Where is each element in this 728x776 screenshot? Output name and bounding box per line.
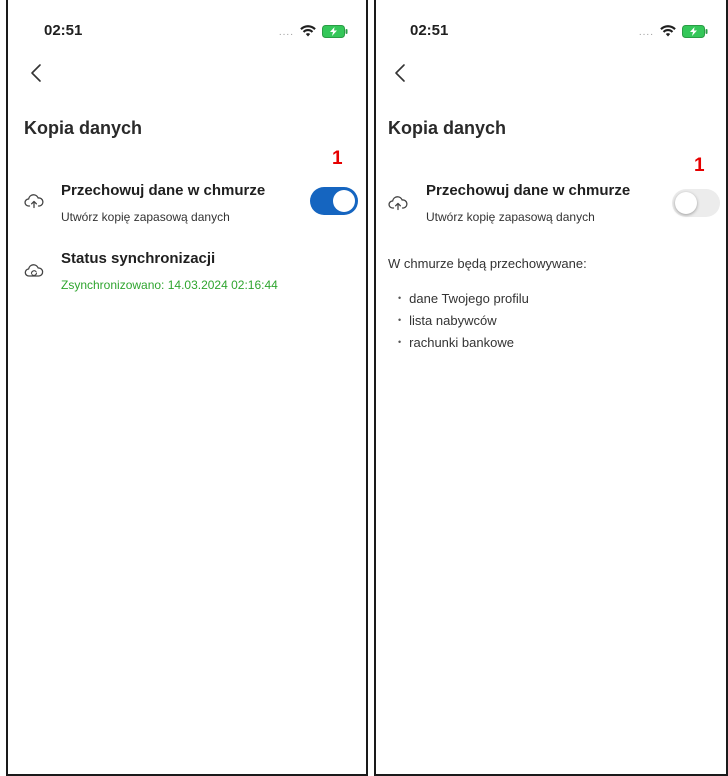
annotation-marker: 1 [332, 148, 343, 169]
left-screen: 02:51 .... Kopia danych 1 Przechowuj dan… [6, 0, 368, 776]
status-time: 02:51 [410, 22, 449, 39]
list-item: rachunki bankowe [398, 332, 529, 354]
cloud-backup-title: Przechowuj dane w chmurze [426, 182, 631, 199]
chevron-left-icon [395, 64, 405, 82]
cloud-backup-toggle[interactable] [672, 189, 720, 217]
status-bar: 02:51 .... [376, 22, 726, 42]
cloud-info-text: W chmurze będą przechowywane: [388, 256, 587, 271]
wifi-icon [660, 25, 676, 37]
sync-status-value: Zsynchronizowano: 14.03.2024 02:16:44 [61, 278, 278, 292]
list-item: lista nabywców [398, 310, 529, 332]
status-bar: 02:51 .... [8, 22, 366, 42]
back-button[interactable] [26, 58, 50, 88]
sync-status-title: Status synchronizacji [61, 250, 216, 267]
signal-dots-icon: .... [278, 27, 294, 38]
cloud-upload-icon [388, 194, 408, 212]
cloud-backup-title: Przechowuj dane w chmurze [61, 182, 266, 199]
cloud-sync-icon [24, 262, 44, 280]
cloud-backup-subtitle: Utwórz kopię zapasową danych [61, 210, 230, 224]
status-icons: .... [279, 24, 348, 38]
cloud-backup-toggle[interactable] [310, 187, 358, 215]
status-time: 02:51 [44, 22, 83, 39]
signal-dots-icon: .... [638, 27, 654, 38]
right-screen: 02:51 .... Kopia danych 1 Przechowuj dan… [374, 0, 728, 776]
battery-charging-icon [322, 24, 348, 38]
wifi-icon [300, 25, 316, 37]
cloud-items-list: dane Twojego profilu lista nabywców rach… [398, 288, 529, 354]
toggle-knob [333, 190, 355, 212]
cloud-backup-subtitle: Utwórz kopię zapasową danych [426, 210, 595, 224]
toggle-knob [675, 192, 697, 214]
battery-charging-icon [682, 24, 708, 38]
chevron-left-icon [31, 64, 41, 82]
back-button[interactable] [390, 58, 414, 88]
page-title: Kopia danych [388, 118, 507, 138]
cloud-upload-icon [24, 192, 44, 210]
page-title: Kopia danych [24, 118, 143, 138]
list-item: dane Twojego profilu [398, 288, 529, 310]
status-icons: .... [639, 24, 708, 38]
annotation-marker: 1 [694, 155, 705, 176]
